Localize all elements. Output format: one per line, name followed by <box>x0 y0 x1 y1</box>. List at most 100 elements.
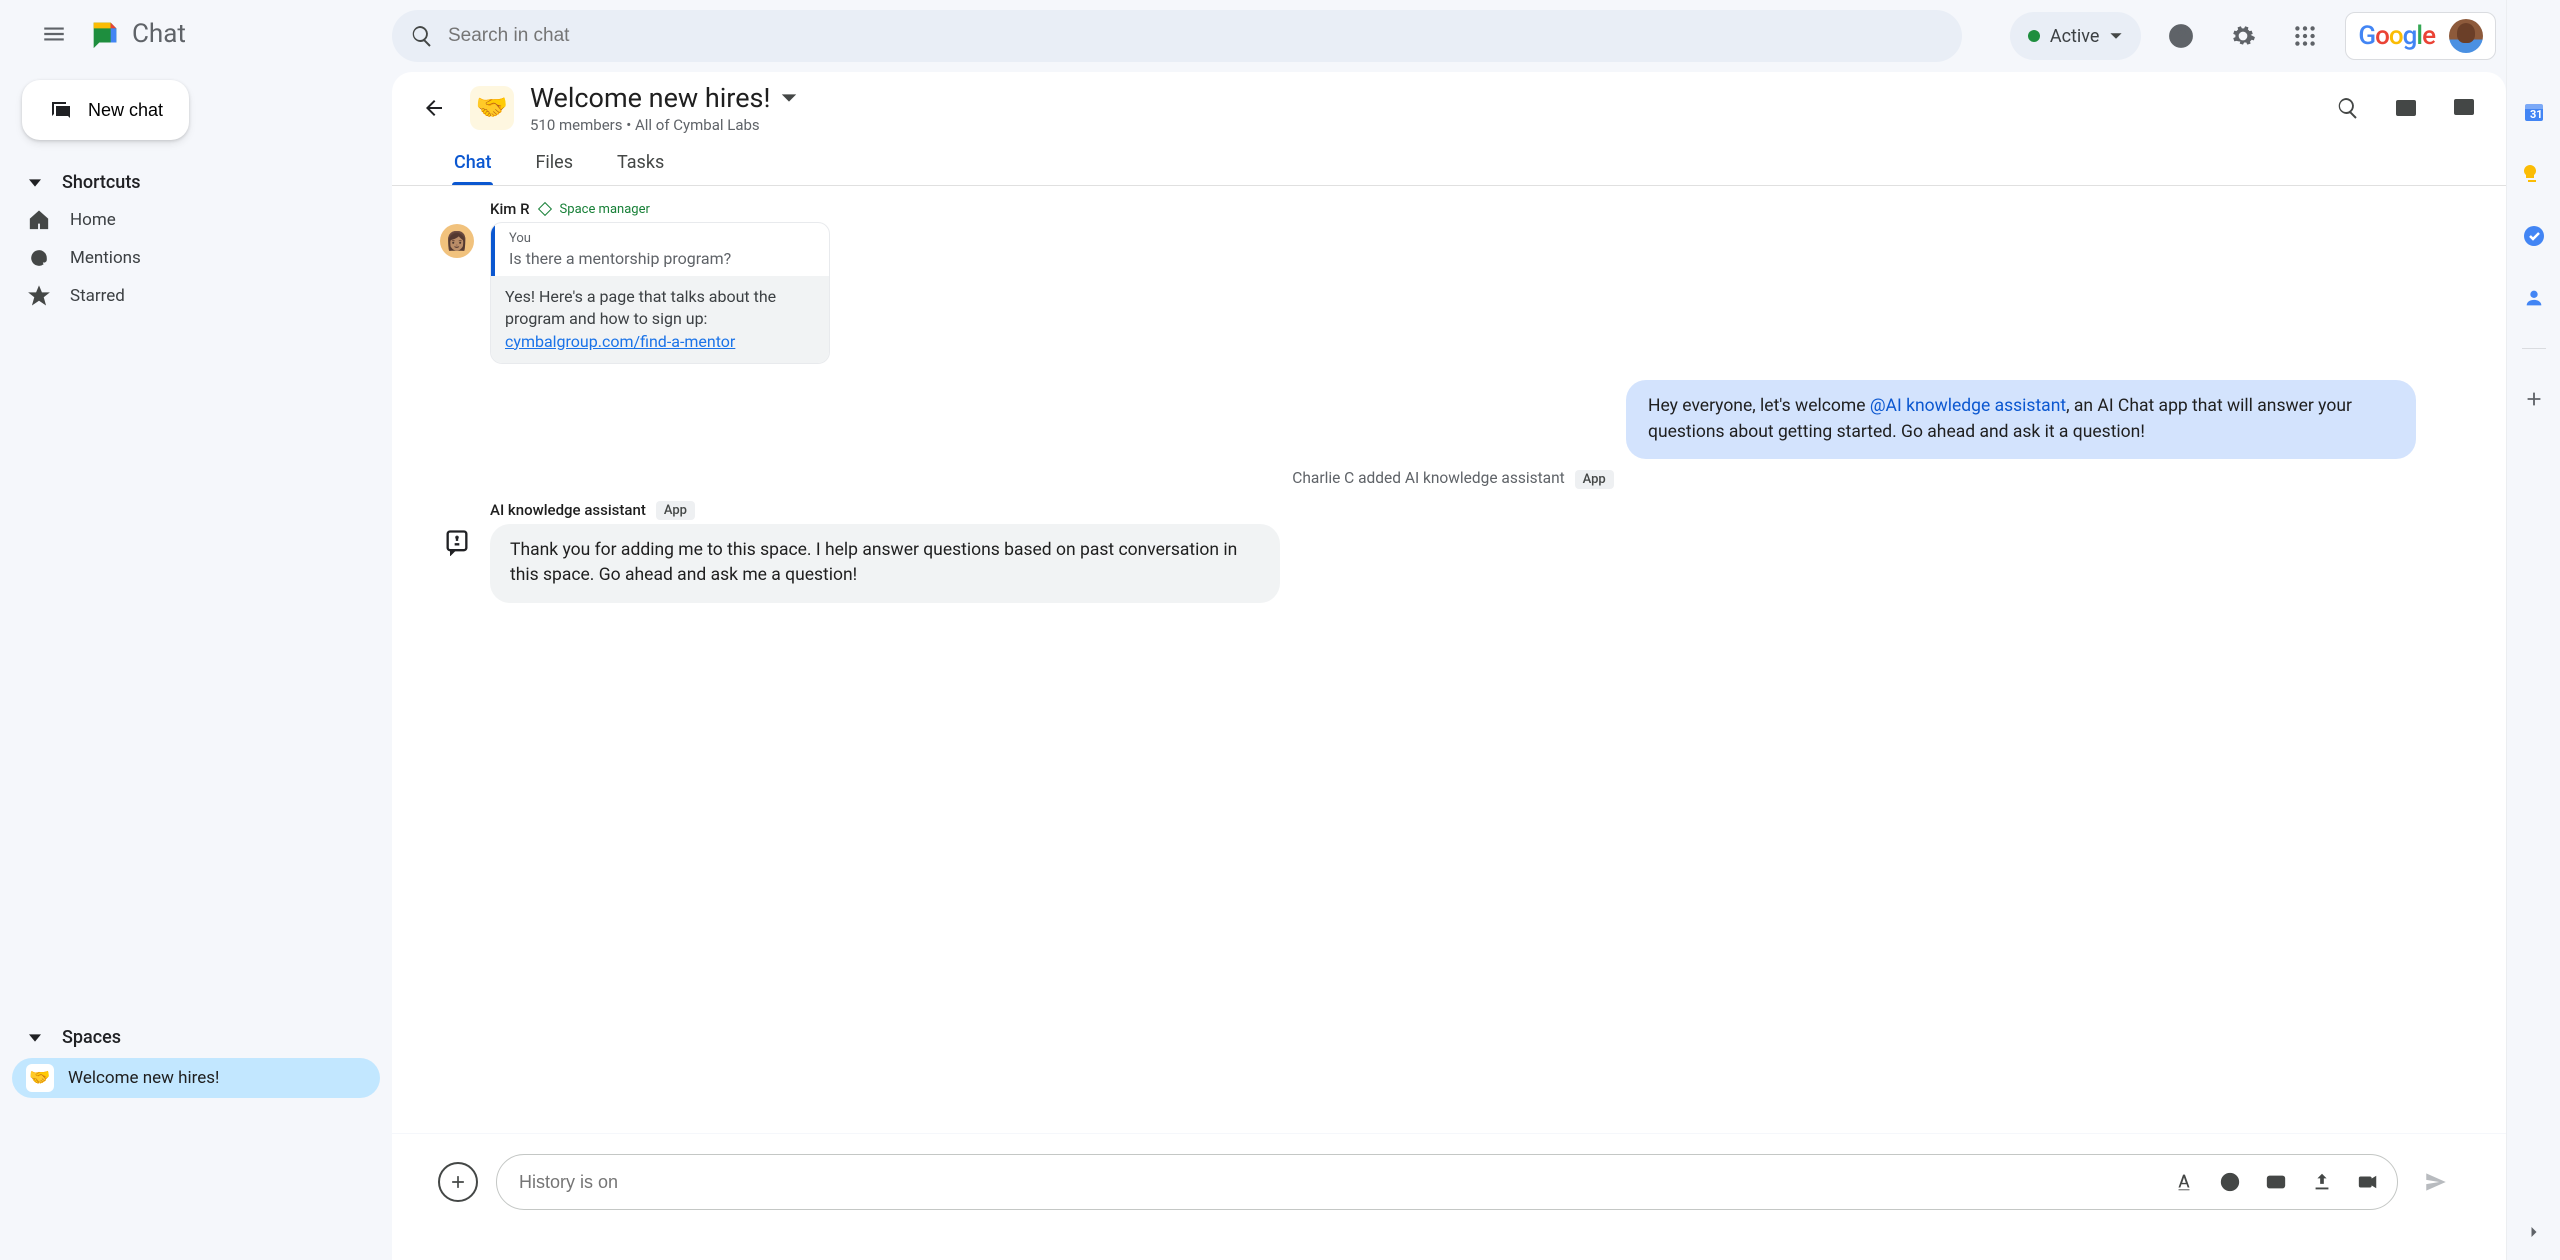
help-icon <box>2168 23 2194 49</box>
top-bar: Active Google <box>392 10 2506 72</box>
apps-button[interactable] <box>2283 14 2327 58</box>
message-mine: Hey everyone, let's welcome @AI knowledg… <box>440 380 2466 459</box>
avatar-kim: 👩🏽 <box>440 224 474 258</box>
contacts-button[interactable] <box>2522 286 2546 310</box>
my-message-bubble: Hey everyone, let's welcome @AI knowledg… <box>1626 380 2416 459</box>
message-list: 👩🏽 Kim R Space manager You Is there a me… <box>392 186 2506 1133</box>
chevron-down-icon <box>780 89 798 107</box>
new-chat-label: New chat <box>88 100 163 121</box>
compose-toolbar: GIF <box>2169 1167 2383 1197</box>
tab-files[interactable]: Files <box>533 144 575 185</box>
message-meta: Kim R Space manager <box>490 200 2466 218</box>
search-box[interactable] <box>392 10 1962 62</box>
collapse-panel-button[interactable] <box>2522 1220 2546 1244</box>
at-icon <box>28 247 50 269</box>
tab-chat[interactable]: Chat <box>452 144 493 185</box>
compose-input[interactable] <box>519 1172 2161 1193</box>
nav-home[interactable]: Home <box>12 201 380 239</box>
home-icon <box>28 209 50 231</box>
google-logo: Google <box>2358 21 2435 51</box>
new-chat-button[interactable]: New chat <box>22 80 189 140</box>
help-button[interactable] <box>2159 14 2203 58</box>
status-selector[interactable]: Active <box>2010 12 2142 60</box>
shortcuts-header[interactable]: Shortcuts <box>12 164 380 201</box>
search-icon <box>2336 96 2360 120</box>
space-item-welcome[interactable]: 🤝 Welcome new hires! <box>12 1058 380 1098</box>
chevron-down-icon <box>2109 29 2123 43</box>
rail-divider <box>2522 348 2546 349</box>
bot-meta: AI knowledge assistant App <box>490 501 2466 520</box>
emoji-button[interactable] <box>2215 1167 2245 1197</box>
keep-icon <box>2522 162 2546 186</box>
app-badge: App <box>656 501 695 520</box>
quoted-reply-card: You Is there a mentorship program? Yes! … <box>490 222 830 364</box>
main-area: Active Google 🤝 <box>392 0 2506 1260</box>
spaces-label: Spaces <box>62 1027 121 1048</box>
tasks-button[interactable] <box>2522 224 2546 248</box>
plus-icon <box>2523 388 2545 410</box>
chevron-right-icon <box>2524 1222 2544 1242</box>
spaces-section: Spaces 🤝 Welcome new hires! <box>0 1019 392 1260</box>
space-emoji: 🤝 <box>26 1064 54 1092</box>
apps-grid-icon <box>2292 23 2318 49</box>
message-author: Kim R <box>490 200 530 218</box>
back-button[interactable] <box>414 88 454 128</box>
mentor-link[interactable]: cymbalgroup.com/find-a-mentor <box>505 332 735 351</box>
format-button[interactable] <box>2169 1167 2199 1197</box>
search-in-space-button[interactable] <box>2328 88 2368 128</box>
shortcuts-label: Shortcuts <box>62 172 141 193</box>
caret-down-icon <box>29 177 41 189</box>
thread-button[interactable] <box>2444 88 2484 128</box>
keep-button[interactable] <box>2522 162 2546 186</box>
bot-icon <box>443 528 471 556</box>
space-subtitle: 510 members • All of Cymbal Labs <box>530 116 798 134</box>
side-panel: 31 <box>2506 0 2560 1260</box>
pip-button[interactable] <box>2386 88 2426 128</box>
caret-down-icon <box>29 1032 41 1044</box>
hamburger-icon <box>41 21 67 47</box>
format-icon <box>2173 1171 2195 1193</box>
mention-ai-assistant[interactable]: @AI knowledge assistant <box>1870 396 2066 416</box>
space-title-row[interactable]: Welcome new hires! <box>530 82 798 114</box>
compose-add-button[interactable] <box>438 1162 478 1202</box>
gif-button[interactable]: GIF <box>2261 1167 2291 1197</box>
diamond-icon <box>537 202 551 216</box>
search-icon <box>410 24 434 48</box>
status-label: Active <box>2050 26 2100 47</box>
google-account-box[interactable]: Google <box>2345 12 2496 60</box>
app-title: Chat <box>132 19 186 49</box>
quote-you-label: You <box>509 231 815 246</box>
spaces-header[interactable]: Spaces <box>0 1019 392 1056</box>
system-text: Charlie C added AI knowledge assistant <box>1292 469 1564 487</box>
calendar-icon: 31 <box>2522 100 2546 124</box>
star-icon <box>28 285 50 307</box>
nav-home-label: Home <box>70 210 116 230</box>
status-dot-icon <box>2028 30 2040 42</box>
compose-area: GIF <box>392 1133 2506 1260</box>
nav-starred[interactable]: Starred <box>12 277 380 315</box>
search-input[interactable] <box>448 25 1944 47</box>
compose-box[interactable]: GIF <box>496 1154 2398 1210</box>
plus-icon <box>448 1172 468 1192</box>
send-button[interactable] <box>2416 1162 2456 1202</box>
settings-button[interactable] <box>2221 14 2265 58</box>
video-button[interactable] <box>2353 1167 2383 1197</box>
space-header-texts: Welcome new hires! 510 members • All of … <box>530 82 798 134</box>
app-logo: Chat <box>88 17 186 51</box>
nav-mentions[interactable]: Mentions <box>12 239 380 277</box>
system-message: Charlie C added AI knowledge assistant A… <box>440 469 2466 487</box>
arrow-left-icon <box>422 96 446 120</box>
header-actions <box>2328 88 2484 128</box>
shortcuts-section: Shortcuts Home Mentions Starred <box>0 164 392 315</box>
calendar-button[interactable]: 31 <box>2522 100 2546 124</box>
upload-button[interactable] <box>2307 1167 2337 1197</box>
chat-card: 🤝 Welcome new hires! 510 members • All o… <box>392 72 2506 1260</box>
app-badge: App <box>1575 470 1614 489</box>
pip-icon <box>2394 96 2418 120</box>
bot-author: AI knowledge assistant <box>490 501 646 519</box>
tasks-icon <box>2522 224 2546 248</box>
get-addons-button[interactable] <box>2522 387 2546 411</box>
user-avatar[interactable] <box>2449 19 2483 53</box>
main-menu-button[interactable] <box>32 12 76 56</box>
tab-tasks[interactable]: Tasks <box>615 144 666 185</box>
